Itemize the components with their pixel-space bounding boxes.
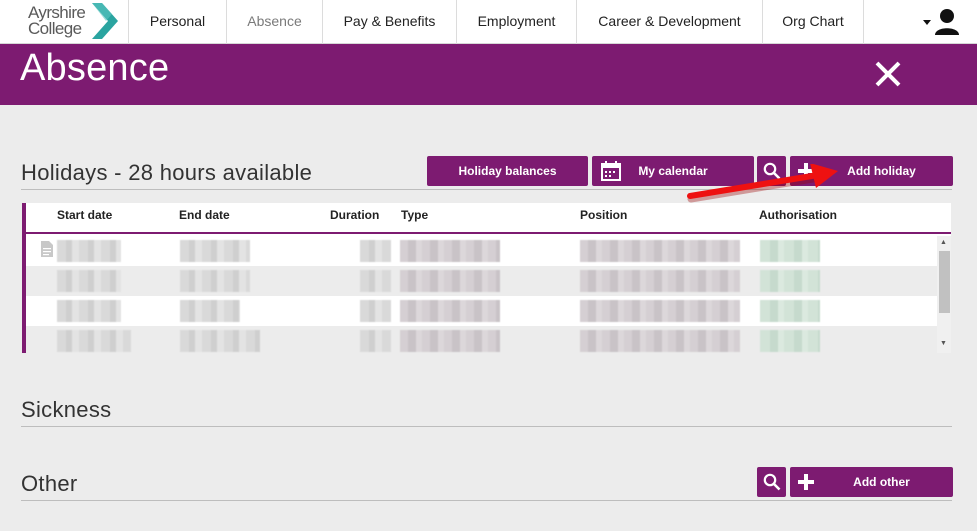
redacted-cell (580, 300, 740, 322)
top-navigation: Ayrshire College Personal Absence Pay & … (0, 0, 977, 44)
redacted-cell (580, 240, 740, 262)
redacted-cell (580, 330, 740, 352)
redacted-cell (57, 330, 131, 352)
logo-chevron-icon (92, 3, 118, 39)
ayrshire-college-logo[interactable]: Ayrshire College (20, 3, 128, 41)
tab-personal[interactable]: Personal (128, 0, 226, 44)
redacted-cell (760, 330, 820, 352)
calendar-icon (601, 161, 621, 181)
redacted-cell (360, 270, 391, 292)
plus-icon (798, 474, 814, 490)
add-other-button[interactable]: Add other (790, 467, 953, 497)
tab-absence[interactable]: Absence (226, 0, 322, 44)
redacted-cell (180, 270, 250, 292)
table-row[interactable] (26, 296, 937, 326)
redacted-cell (760, 240, 820, 262)
page-title: Absence (20, 47, 170, 89)
other-search-button[interactable] (757, 467, 786, 497)
redacted-cell (180, 300, 240, 322)
table-row[interactable] (26, 326, 937, 353)
add-other-label: Add other (853, 475, 910, 489)
redacted-cell (400, 240, 500, 262)
scrollbar-thumb[interactable] (939, 251, 950, 313)
col-position[interactable]: Position (580, 208, 627, 222)
annotation-arrow-icon (687, 164, 838, 203)
table-body (26, 236, 937, 353)
search-icon (763, 473, 780, 491)
col-authorisation[interactable]: Authorisation (759, 208, 837, 222)
user-menu[interactable] (920, 7, 964, 37)
holidays-table: Start date End date Duration Type Positi… (22, 203, 951, 353)
sickness-title: Sickness (21, 397, 112, 422)
table-row[interactable] (26, 236, 937, 266)
redacted-cell (760, 270, 820, 292)
redacted-cell (580, 270, 740, 292)
redacted-cell (57, 300, 121, 322)
redacted-cell (360, 240, 391, 262)
redacted-cell (760, 300, 820, 322)
redacted-cell (400, 270, 500, 292)
redacted-cell (400, 300, 500, 322)
holiday-balances-label: Holiday balances (458, 164, 557, 178)
col-duration[interactable]: Duration (330, 208, 379, 222)
close-icon (875, 61, 901, 87)
other-title: Other (21, 471, 78, 496)
col-type[interactable]: Type (401, 208, 428, 222)
tab-pay-benefits[interactable]: Pay & Benefits (322, 0, 456, 44)
col-end-date[interactable]: End date (179, 208, 230, 222)
user-icon (923, 9, 959, 35)
holidays-title: Holidays - 28 hours available (21, 160, 313, 185)
sickness-divider (21, 426, 952, 427)
holiday-balances-button[interactable]: Holiday balances (427, 156, 588, 186)
redacted-cell (360, 300, 391, 322)
scroll-down-icon[interactable]: ▼ (940, 340, 947, 348)
tab-org-chart[interactable]: Org Chart (762, 0, 864, 44)
add-holiday-label: Add holiday (847, 164, 916, 178)
redacted-cell (400, 330, 500, 352)
table-row[interactable] (26, 266, 937, 296)
table-header: Start date End date Duration Type Positi… (26, 203, 951, 234)
tab-employment[interactable]: Employment (456, 0, 576, 44)
other-divider (21, 500, 952, 501)
table-scrollbar[interactable]: ▲ ▼ (937, 236, 951, 353)
close-button[interactable] (870, 56, 906, 92)
redacted-cell (57, 240, 121, 262)
redacted-cell (57, 270, 121, 292)
redacted-cell (360, 330, 391, 352)
redacted-cell (180, 240, 250, 262)
tab-career-development[interactable]: Career & Development (576, 0, 762, 44)
logo-line2: College (28, 19, 82, 38)
document-icon (41, 241, 53, 257)
page-header: Absence (0, 44, 977, 105)
scroll-up-icon[interactable]: ▲ (940, 239, 947, 247)
redacted-cell (180, 330, 260, 352)
col-start-date[interactable]: Start date (57, 208, 112, 222)
